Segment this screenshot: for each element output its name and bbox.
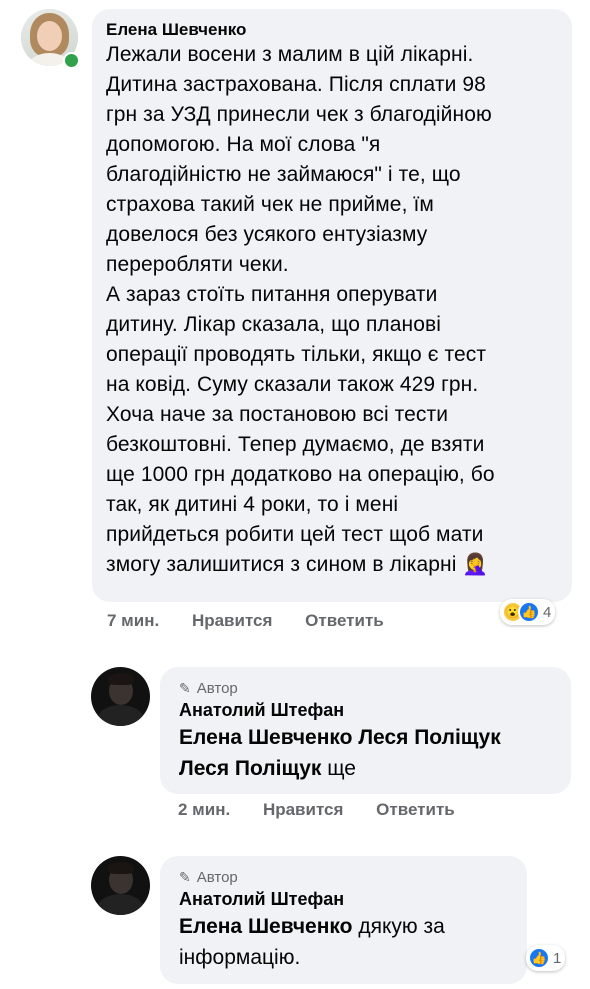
pencil-icon: ✎ [179, 869, 191, 885]
author-badge: ✎ Автор [179, 869, 238, 886]
like-button[interactable]: Нравится [192, 611, 273, 630]
reactions-summary[interactable]: 😮 👍 4 [500, 599, 556, 625]
reply-button[interactable]: Ответить [305, 611, 384, 630]
mention-link[interactable]: Елена Шевченко [179, 915, 352, 938]
reply-text: Елена Шевченко дякую за інформацію. [179, 915, 445, 969]
reply-text: Елена Шевченко Леся Поліщук Леся Поліщук… [179, 726, 501, 780]
reply-author[interactable]: Анатолий Штефан [179, 887, 511, 911]
reply-time[interactable]: 2 мин. [178, 800, 230, 819]
reply-actions: 2 мин. Нравится Ответить [178, 800, 483, 820]
comment-time[interactable]: 7 мин. [107, 611, 159, 630]
comment-bubble: Елена Шевченко Лежали восени з малим в ц… [92, 9, 572, 602]
online-status-icon [63, 52, 80, 69]
mention-link[interactable]: Леся Поліщук [358, 726, 500, 749]
mention-link[interactable]: Леся Поліщук [179, 757, 321, 780]
reply-bubble: ✎ Автор Анатолий Штефан Елена Шевченко Л… [160, 667, 571, 794]
reactions-count: 1 [553, 949, 562, 967]
like-icon: 👍 [528, 947, 550, 969]
comment-actions: 7 мин. Нравится Ответить [107, 611, 412, 631]
author-badge: ✎ Автор [179, 680, 238, 697]
reply-button[interactable]: Ответить [376, 800, 455, 819]
avatar-anatoliy[interactable] [91, 667, 150, 726]
avatar-anatoliy[interactable] [91, 856, 150, 915]
comment-author[interactable]: Елена Шевченко [106, 19, 556, 41]
reply-author[interactable]: Анатолий Штефан [179, 698, 555, 722]
reactions-count: 4 [543, 603, 552, 621]
facepalm-emoji-icon: 🤦‍♀️ [462, 553, 489, 576]
reply-bubble: ✎ Автор Анатолий Штефан Елена Шевченко д… [160, 856, 527, 984]
pencil-icon: ✎ [179, 680, 191, 696]
comment-text: Лежали восени з малим в цій лікарні. Дит… [106, 43, 495, 576]
reactions-summary[interactable]: 👍 1 [526, 945, 566, 971]
mention-link[interactable]: Елена Шевченко [179, 726, 352, 749]
like-icon: 👍 [518, 601, 540, 623]
like-button[interactable]: Нравится [263, 800, 344, 819]
